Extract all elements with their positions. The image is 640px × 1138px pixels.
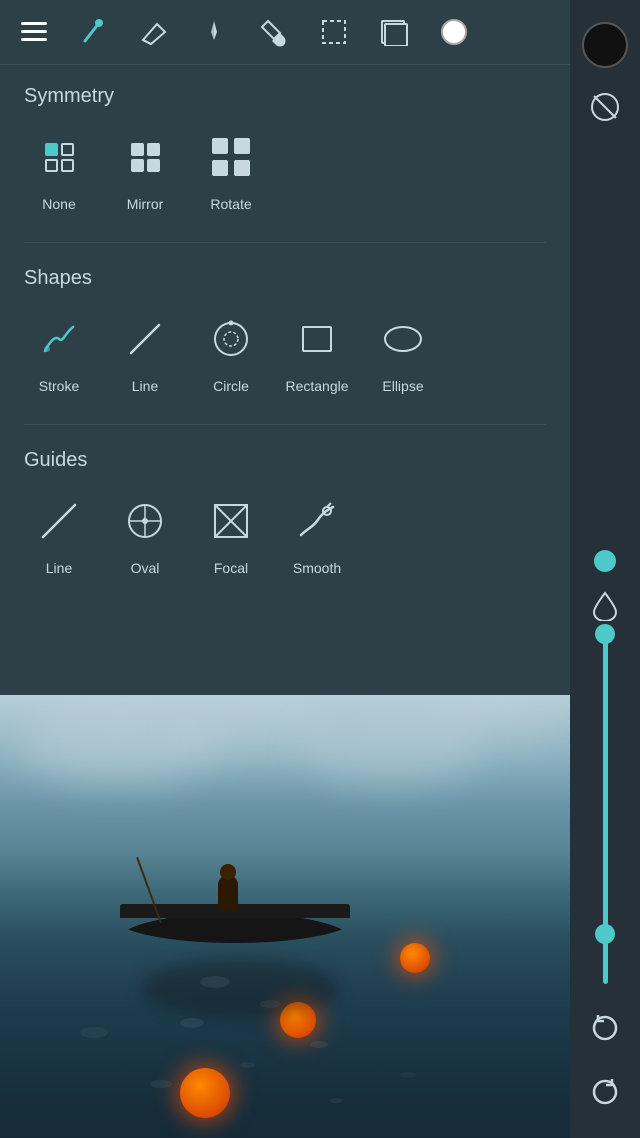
stroke-icon [30,310,88,368]
guide-focal[interactable]: Focal [196,492,266,576]
line-guide-icon [30,492,88,550]
oval-guide-icon [116,492,174,550]
line-shape-icon [116,310,174,368]
guides-row: Line Oval Focal [24,492,546,576]
guide-oval[interactable]: Oval [110,492,180,576]
water-icon [591,592,619,620]
no-color-button[interactable] [582,84,628,130]
right-sidebar [570,0,640,1138]
symmetry-mirror[interactable]: Mirror [110,128,180,212]
symmetry-row: None Mirror [24,128,546,212]
slider-top-dot[interactable] [594,550,616,572]
focal-guide-icon [202,492,260,550]
slider-lower-thumb[interactable] [595,924,615,944]
divider-2 [24,424,546,425]
symmetry-rotate[interactable]: Rotate [196,128,266,212]
undo-button[interactable] [582,1004,628,1050]
symmetry-rotate-icon [202,128,260,186]
shapes-title: Shapes [24,267,546,290]
main-panel: Symmetry None [0,65,570,626]
rectangle-shape-icon [288,310,346,368]
shape-stroke[interactable]: Stroke [24,310,94,394]
symmetry-mirror-icon [116,128,174,186]
symmetry-none[interactable]: None [24,128,94,212]
toolbar [0,0,570,65]
guides-title: Guides [24,449,546,472]
shape-circle[interactable]: Circle [196,310,266,394]
symmetry-none-icon [30,128,88,186]
shape-ellipse[interactable]: Ellipse [368,310,438,394]
ellipse-shape-icon [374,310,432,368]
guide-smooth[interactable]: Smooth [282,492,352,576]
symmetry-title: Symmetry [24,85,546,108]
guide-line[interactable]: Line [24,492,94,576]
brush-button[interactable] [76,14,112,50]
menu-button[interactable] [16,14,52,50]
canvas-area[interactable] [0,695,570,1138]
color-button[interactable] [436,14,472,50]
painting-canvas[interactable] [0,695,570,1138]
slider-upper-thumb[interactable] [595,624,615,644]
smudge-button[interactable] [196,14,232,50]
shape-rectangle[interactable]: Rectangle [282,310,352,394]
fill-button[interactable] [256,14,292,50]
eraser-button[interactable] [136,14,172,50]
divider-1 [24,242,546,243]
selection-button[interactable] [316,14,352,50]
circle-shape-icon [202,310,260,368]
smooth-guide-icon [288,492,346,550]
color-selector[interactable] [582,22,628,68]
layers-button[interactable] [376,14,412,50]
redo-button[interactable] [582,1068,628,1114]
shape-line[interactable]: Line [110,310,180,394]
shapes-row: Stroke Line Circle [24,310,546,394]
